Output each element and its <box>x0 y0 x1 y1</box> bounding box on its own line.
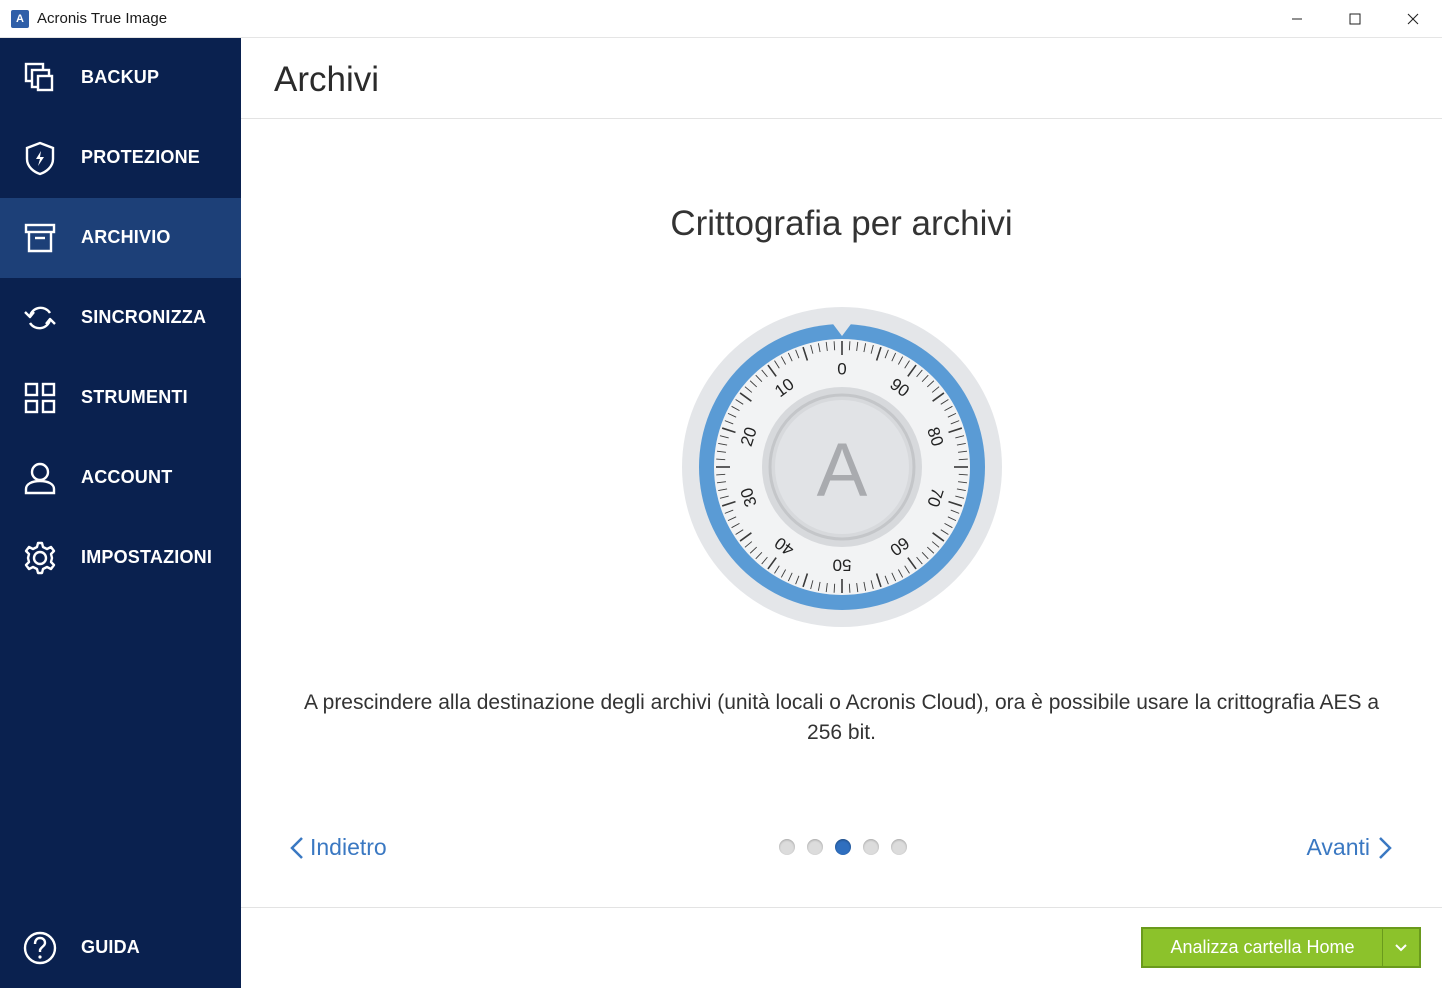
action-dropdown-button[interactable] <box>1383 929 1419 966</box>
sidebar-item-label: IMPOSTAZIONI <box>81 547 213 567</box>
next-link[interactable]: Avanti <box>1306 834 1392 861</box>
tools-grid-icon <box>24 382 56 414</box>
sidebar-item-label: PROTEZIONE <box>81 147 201 167</box>
pager-dot[interactable] <box>891 839 907 855</box>
sidebar-item-impostazioni[interactable]: IMPOSTAZIONI <box>0 518 241 598</box>
shield-icon <box>25 141 55 176</box>
main-panel: Archivi Crittografia per archivi 0 10 20 30… <box>241 38 1442 988</box>
slide-pager <box>779 839 907 855</box>
sidebar-item-label: BACKUP <box>81 67 160 87</box>
dial-tick <box>958 458 968 461</box>
maximize-icon <box>1349 13 1361 25</box>
window-controls <box>1268 0 1442 38</box>
pager-dot[interactable] <box>807 839 823 855</box>
chevron-right-icon <box>1379 836 1392 859</box>
dial-tick <box>848 341 851 351</box>
sidebar-item-backup[interactable]: BACKUP <box>0 38 241 118</box>
sidebar-item-label: SINCRONIZZA <box>81 307 207 327</box>
next-label: Avanti <box>1306 834 1370 860</box>
app-logo-icon: A <box>11 9 29 28</box>
help-icon <box>23 931 57 965</box>
sidebar-item-sincronizza[interactable]: SINCRONIZZA <box>0 278 241 358</box>
dial-logo-letter: A <box>817 428 868 513</box>
window-title: Acronis True Image <box>37 10 168 27</box>
gear-icon <box>24 541 56 575</box>
sidebar-item-label: ACCOUNT <box>81 467 173 487</box>
sidebar-item-guida[interactable]: GUIDA <box>0 908 241 988</box>
back-link[interactable]: Indietro <box>290 834 387 861</box>
lock-dial-illustration: 0102030405060708090 A <box>682 307 1002 627</box>
chevron-down-icon <box>1395 943 1407 951</box>
footer-divider <box>241 907 1442 908</box>
sidebar-item-archivio[interactable]: ARCHIVIO <box>0 198 241 278</box>
backup-icon <box>24 62 54 92</box>
dial-tick <box>716 458 726 461</box>
dial-tick <box>716 473 726 476</box>
chevron-left-icon <box>290 836 303 859</box>
slide-description: A prescindere alla destinazione degli ar… <box>303 691 1380 744</box>
user-icon <box>24 462 56 495</box>
pager-dot[interactable] <box>779 839 795 855</box>
sidebar-item-account[interactable]: ACCOUNT <box>0 438 241 518</box>
sidebar-item-protezione[interactable]: PROTEZIONE <box>0 118 241 198</box>
minimize-button[interactable] <box>1268 0 1326 38</box>
slide-title: Crittografia per archivi <box>670 204 1013 243</box>
pager-dot-active[interactable] <box>835 839 851 855</box>
sidebar: BACKUP PROTEZIONE ARCHIVIO SINCRONIZZA S… <box>0 38 241 988</box>
analyze-home-split-button: Analizza cartella Home <box>1141 927 1421 968</box>
archive-icon <box>24 223 56 253</box>
sync-icon <box>24 306 56 330</box>
sidebar-item-label: ARCHIVIO <box>81 227 171 247</box>
maximize-button[interactable] <box>1326 0 1384 38</box>
header-divider <box>241 118 1442 119</box>
analyze-home-button[interactable]: Analizza cartella Home <box>1143 929 1382 966</box>
page-title: Archivi <box>274 60 380 99</box>
dial-tick <box>958 473 968 476</box>
pager-dot[interactable] <box>863 839 879 855</box>
dial-tick <box>833 341 836 351</box>
close-button[interactable] <box>1384 0 1442 38</box>
sidebar-item-strumenti[interactable]: STRUMENTI <box>0 358 241 438</box>
dial-number: 0 <box>837 360 846 379</box>
dial-number: 50 <box>833 556 852 575</box>
close-icon <box>1407 13 1419 25</box>
back-label: Indietro <box>310 834 387 860</box>
sidebar-item-label: STRUMENTI <box>81 387 188 407</box>
title-bar: A Acronis True Image <box>0 0 1442 38</box>
sidebar-item-label: GUIDA <box>81 937 140 957</box>
minimize-icon <box>1292 18 1302 20</box>
dial-tick <box>848 583 851 593</box>
dial-tick <box>833 583 836 593</box>
